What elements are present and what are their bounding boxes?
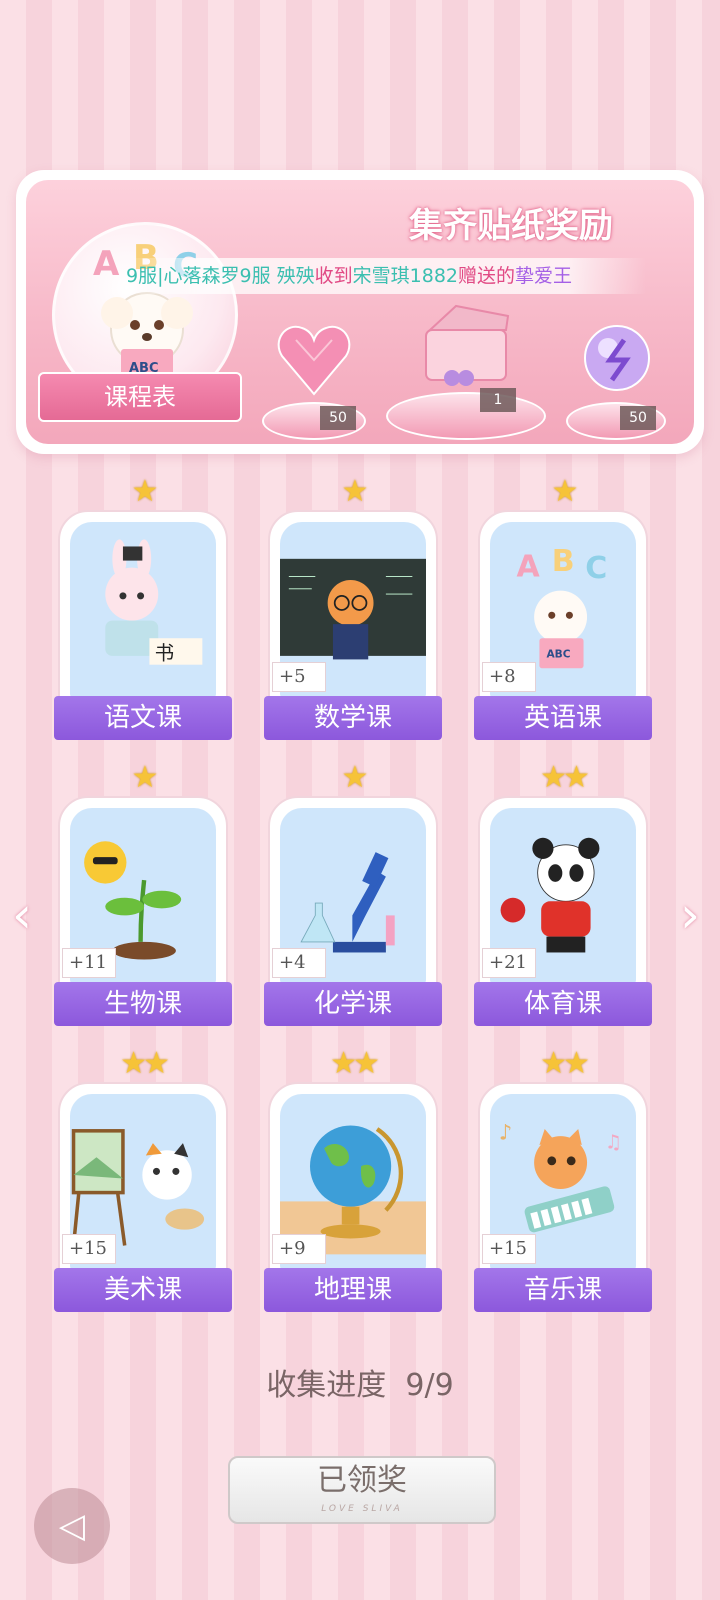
reward-heart-gem[interactable]: 50 bbox=[262, 320, 366, 440]
course-card-frame: +15 美术课 bbox=[54, 1082, 232, 1312]
course-card[interactable]: ★★ +9 地理课 bbox=[264, 1046, 442, 1312]
course-card[interactable]: ★★ +21 体育课 bbox=[474, 760, 652, 1026]
svg-text:♫: ♫ bbox=[605, 1130, 622, 1153]
heart-gem-icon bbox=[277, 325, 351, 396]
course-card-frame: +9 地理课 bbox=[264, 1082, 442, 1312]
svg-text:B: B bbox=[552, 544, 575, 579]
reward-crystal-orb[interactable]: 50 bbox=[566, 320, 666, 440]
course-card[interactable]: ★ +5 数学课 bbox=[264, 474, 442, 740]
sticker-count-badge: +15 bbox=[482, 1234, 536, 1264]
bunny-calligraphy-icon: 书 bbox=[70, 522, 216, 698]
sticker-count-badge: +21 bbox=[482, 948, 536, 978]
claim-sublabel: LOVE SLIVA bbox=[321, 1504, 403, 1514]
svg-text:C: C bbox=[585, 551, 607, 586]
reward-count: 1 bbox=[480, 388, 516, 412]
course-card-frame: +21 体育课 bbox=[474, 796, 652, 1026]
course-label: 英语课 bbox=[474, 696, 652, 740]
course-card[interactable]: ★ +11 生物课 bbox=[54, 760, 232, 1026]
reward-count: 50 bbox=[620, 406, 656, 430]
sticker-count-badge: +8 bbox=[482, 662, 536, 692]
course-label: 美术课 bbox=[54, 1268, 232, 1312]
pedestal bbox=[386, 392, 546, 440]
course-card[interactable]: ★ A B C ABC +8 英语课 bbox=[474, 474, 652, 740]
reward-gift-box[interactable]: 1 bbox=[386, 300, 546, 440]
sticker-count-badge: +9 bbox=[272, 1234, 326, 1264]
star-rating-icon: ★ bbox=[341, 760, 369, 795]
course-card[interactable]: ★ +4 化学课 bbox=[264, 760, 442, 1026]
svg-text:♪: ♪ bbox=[499, 1120, 513, 1145]
star-rating-icon: ★★ bbox=[330, 1046, 380, 1081]
reward-count: 50 bbox=[320, 406, 356, 430]
course-card[interactable]: ★★ ♪ ♫ +15 音乐课 bbox=[474, 1046, 652, 1312]
sticker-count-badge: +4 bbox=[272, 948, 326, 978]
course-card-frame: A B C ABC +8 英语课 bbox=[474, 510, 652, 740]
course-card-frame: +11 生物课 bbox=[54, 796, 232, 1026]
course-label: 数学课 bbox=[264, 696, 442, 740]
schedule-button[interactable]: 课程表 bbox=[38, 372, 242, 422]
collection-progress: 收集进度 9/9 bbox=[0, 1360, 720, 1404]
marquee-server: 9服|心落森罗9服 殃殃 bbox=[126, 265, 315, 287]
star-rating-icon: ★ bbox=[131, 474, 159, 509]
course-label: 音乐课 bbox=[474, 1268, 652, 1312]
sticker-count-badge: +15 bbox=[62, 1234, 116, 1264]
prev-page-arrow-icon[interactable]: ‹ bbox=[12, 886, 32, 944]
star-rating-icon: ★★ bbox=[120, 1046, 170, 1081]
progress-value: 9/9 bbox=[405, 1368, 454, 1403]
course-label: 地理课 bbox=[264, 1268, 442, 1312]
star-rating-icon: ★ bbox=[551, 474, 579, 509]
course-label: 体育课 bbox=[474, 982, 652, 1026]
course-card[interactable]: ★★ +15 美术课 bbox=[54, 1046, 232, 1312]
star-rating-icon: ★ bbox=[131, 760, 159, 795]
star-rating-icon: ★ bbox=[341, 474, 369, 509]
progress-label: 收集进度 bbox=[266, 1368, 387, 1403]
svg-text:ABC: ABC bbox=[546, 649, 570, 661]
gift-box-icon bbox=[425, 304, 510, 386]
banner-title: 集齐贴纸奖励 bbox=[409, 206, 613, 246]
star-rating-icon: ★★ bbox=[540, 1046, 590, 1081]
star-rating-icon: ★★ bbox=[540, 760, 590, 795]
marquee-gifted: 赠送的 bbox=[458, 265, 516, 287]
back-button-icon[interactable]: ◁ bbox=[34, 1488, 110, 1564]
marquee-gift: 挚爱王 bbox=[515, 265, 573, 287]
course-label: 化学课 bbox=[264, 982, 442, 1026]
course-card[interactable]: ★ 书语文课 bbox=[54, 474, 232, 740]
course-card-frame: ♪ ♫ +15 音乐课 bbox=[474, 1082, 652, 1312]
sticker-count-badge: +11 bbox=[62, 948, 116, 978]
svg-text:A: A bbox=[93, 244, 120, 284]
gift-marquee: 9服|心落森罗9服 殃殃收到宋雪琪1882赠送的挚爱王 bbox=[126, 258, 646, 294]
marquee-sender: 宋雪琪1882 bbox=[352, 265, 458, 287]
course-label: 生物课 bbox=[54, 982, 232, 1026]
claim-label: 已领奖 bbox=[317, 1463, 407, 1498]
next-page-arrow-icon[interactable]: › bbox=[680, 886, 700, 944]
marquee-received: 收到 bbox=[314, 265, 353, 287]
svg-text:书: 书 bbox=[155, 641, 174, 664]
svg-text:A: A bbox=[516, 549, 540, 584]
course-card-frame: +4 化学课 bbox=[264, 796, 442, 1026]
claim-reward-button[interactable]: 已领奖 LOVE SLIVA bbox=[228, 1456, 496, 1524]
sticker-count-badge: +5 bbox=[272, 662, 326, 692]
course-card-frame: 书语文课 bbox=[54, 510, 232, 740]
course-label: 语文课 bbox=[54, 696, 232, 740]
crystal-orb-icon bbox=[584, 325, 650, 391]
course-card-frame: +5 数学课 bbox=[264, 510, 442, 740]
